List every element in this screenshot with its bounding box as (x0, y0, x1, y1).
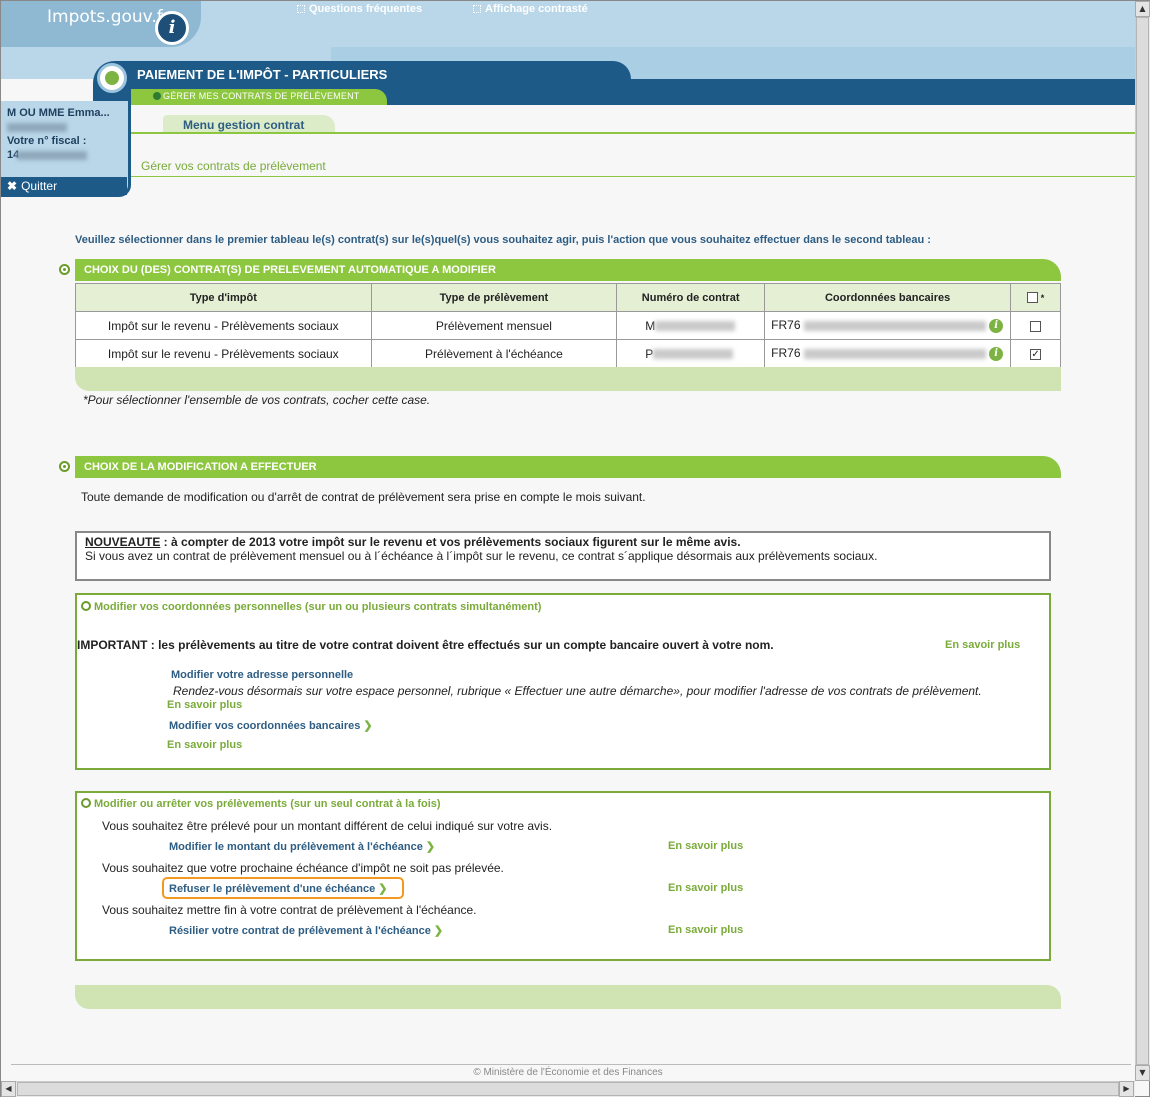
contrast-link[interactable]: Affichage contrasté (473, 3, 588, 15)
menu-tab[interactable]: Menu gestion contrat (163, 115, 335, 133)
horizontal-scroll-thumb[interactable] (17, 1082, 1119, 1096)
redacted-text (7, 123, 67, 132)
select-all-header: * (1010, 283, 1061, 312)
redacted-text (803, 320, 986, 331)
redacted-text (653, 349, 734, 360)
table-footer-bar (75, 367, 1061, 391)
divider (131, 132, 1135, 134)
info-logo-icon: i (155, 11, 189, 45)
bullet-icon (473, 5, 481, 14)
table-row: Impôt sur le revenu - Prélèvements socia… (75, 339, 1061, 368)
nouveaute-label: NOUVEAUTE (85, 535, 161, 549)
column-header: Type de prélèvement (370, 283, 618, 312)
redacted-text (655, 321, 736, 332)
cell-type-impot: Impôt sur le revenu - Prélèvements socia… (75, 339, 372, 368)
contract-checkbox[interactable] (1030, 320, 1042, 332)
quit-button[interactable]: ✖ Quitter (1, 177, 127, 195)
section-contracts-title: CHOIX DU (DES) CONTRAT(S) DE PRELEVEMENT… (75, 259, 1061, 281)
savoir-plus-link[interactable]: En savoir plus (668, 840, 743, 852)
cell-type-prelevement: Prélèvement mensuel (370, 311, 618, 340)
bottom-bar (75, 985, 1061, 1009)
cancel-contract-link[interactable]: Résilier votre contrat de prélèvement à … (169, 924, 443, 937)
table-header-row: Type d'impôt Type de prélèvement Numéro … (75, 283, 1061, 312)
chevron-right-icon: ❯ (425, 841, 436, 853)
nouveaute-text: : à compter de 2013 votre impôt sur le r… (160, 535, 741, 549)
important-notice: IMPORTANT : les prélèvements au titre de… (77, 638, 774, 652)
divider (131, 176, 1135, 177)
savoir-plus-link[interactable]: En savoir plus (668, 882, 743, 894)
address-info-text: Rendez-vous désormais sur votre espace p… (173, 684, 982, 698)
cell-type-prelevement: Prélèvement à l'échéance (370, 339, 618, 368)
page-title: PAIEMENT DE L'IMPÔT - PARTICULIERS (137, 67, 388, 82)
section-modification-title: CHOIX DE LA MODIFICATION A EFFECTUER (75, 456, 1061, 478)
table-row: Impôt sur le revenu - Prélèvements socia… (75, 311, 1061, 340)
copyright-text: © Ministère de l'Économie et des Finance… (473, 1067, 663, 1078)
nouveaute-box: NOUVEAUTE : à compter de 2013 votre impô… (75, 531, 1051, 581)
option-text: Vous souhaitez que votre prochaine échéa… (102, 861, 504, 875)
column-header: Coordonnées bancaires (764, 283, 1012, 312)
scroll-right-arrow-icon[interactable]: ▶ (1119, 1081, 1134, 1097)
group-prelevements-title: Modifier ou arrêter vos prélèvements (su… (81, 798, 441, 810)
cell-bank-details: FR76 i (764, 311, 1012, 340)
scroll-up-arrow-icon[interactable]: ▲ (1135, 1, 1150, 17)
contracts-table: Type d'impôt Type de prélèvement Numéro … (75, 283, 1061, 368)
redacted-text (803, 348, 986, 359)
section-bullet-icon (81, 601, 91, 612)
column-header: Numéro de contrat (616, 283, 766, 312)
footer-divider (11, 1064, 1131, 1065)
scroll-left-arrow-icon[interactable]: ◀ (1, 1081, 16, 1097)
contract-checkbox-checked[interactable]: ✓ (1030, 348, 1042, 360)
cell-contract-number: P (616, 339, 766, 368)
info-icon[interactable]: i (989, 318, 1004, 333)
cell-type-impot: Impôt sur le revenu - Prélèvements socia… (75, 311, 372, 340)
cell-contract-number: M (616, 311, 766, 340)
refuse-echeance-link[interactable]: Refuser le prélèvement d'une échéance ❯ (169, 882, 387, 895)
modification-notice: Toute demande de modification ou d'arrêt… (81, 490, 646, 504)
group-coordonnees-title: Modifier vos coordonnées personnelles (s… (81, 601, 541, 613)
savoir-plus-link[interactable]: En savoir plus (167, 699, 242, 711)
savoir-plus-link[interactable]: En savoir plus (668, 924, 743, 936)
subtab-contracts[interactable]: GÉRER MES CONTRATS DE PRÉLÈVEMENT (163, 91, 359, 101)
close-icon: ✖ (7, 179, 18, 193)
faq-link[interactable]: Questions fréquentes (297, 3, 422, 15)
fiscal-number-label: Votre n° fiscal : (7, 135, 87, 147)
modify-bank-link[interactable]: Modifier vos coordonnées bancaires ❯ (169, 719, 373, 732)
breadcrumb: Gérer vos contrats de prélèvement (141, 159, 326, 173)
vertical-scroll-thumb[interactable] (1136, 17, 1149, 1065)
nouveaute-line2: Si vous avez un contrat de prélèvement m… (85, 549, 878, 563)
chevron-right-icon: ❯ (433, 925, 444, 937)
chevron-right-icon: ❯ (378, 883, 388, 895)
bullet-icon (297, 5, 305, 14)
cell-select (1010, 311, 1061, 340)
scroll-down-arrow-icon[interactable]: ▼ (1135, 1065, 1150, 1081)
section-bullet-icon (59, 461, 70, 472)
instructions-text: Veuillez sélectionner dans le premier ta… (75, 234, 931, 246)
globe-icon-center (105, 71, 119, 85)
user-name: M OU MME Emma... (7, 107, 110, 119)
option-text: Vous souhaitez mettre fin à votre contra… (102, 903, 477, 917)
cell-select: ✓ (1010, 339, 1061, 368)
table-footnote: *Pour sélectionner l'ensemble de vos con… (83, 393, 431, 407)
subtab-dot-icon (153, 92, 161, 100)
savoir-plus-link[interactable]: En savoir plus (167, 739, 242, 751)
info-icon[interactable]: i (989, 346, 1004, 361)
select-all-checkbox[interactable] (1026, 292, 1038, 304)
savoir-plus-link[interactable]: En savoir plus (945, 639, 1020, 651)
section-bullet-icon (59, 264, 70, 275)
modify-amount-link[interactable]: Modifier le montant du prélèvement à l'é… (169, 840, 435, 853)
chevron-right-icon: ❯ (363, 720, 373, 732)
section-bullet-icon (81, 798, 91, 809)
site-logo[interactable]: Impots.gouv.fr (47, 7, 170, 27)
option-text: Vous souhaitez être prélevé pour un mont… (102, 819, 553, 833)
column-header: Type d'impôt (75, 283, 372, 312)
modify-address-link[interactable]: Modifier votre adresse personnelle (171, 669, 353, 681)
cell-bank-details: FR76 i (764, 339, 1012, 368)
redacted-text (17, 151, 87, 160)
